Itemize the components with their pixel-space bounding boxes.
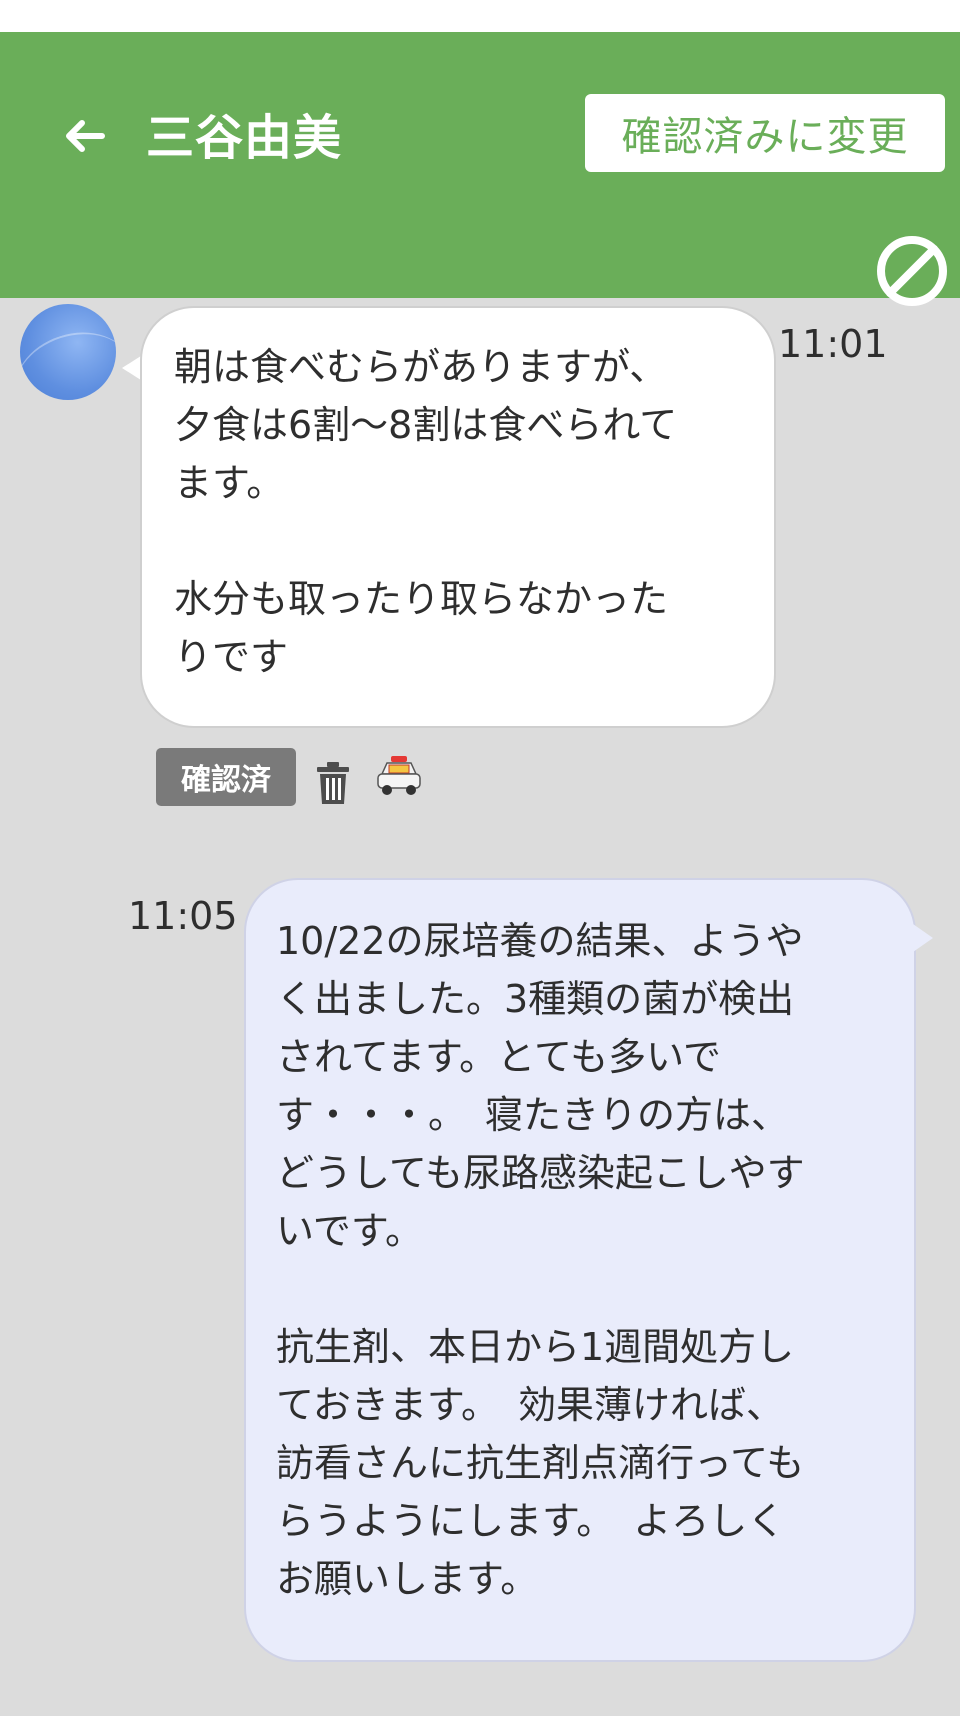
no-entry-icon[interactable] <box>874 233 950 309</box>
message-timestamp: 11:01 <box>778 322 888 366</box>
avatar[interactable] <box>20 304 116 400</box>
outgoing-message-bubble[interactable]: 10/22の尿培養の結果、ようや く出ました。3種類の菌が検出 されてます。とて… <box>244 878 916 1662</box>
chat-header: 三谷由美 確認済みに変更 <box>0 32 960 306</box>
incoming-message-bubble[interactable]: 朝は食べむらがありますが、 夕食は6割〜8割は食べられて ます。 水分も取ったり… <box>140 306 776 728</box>
police-car-icon[interactable] <box>374 752 424 802</box>
trash-icon[interactable] <box>314 760 352 806</box>
status-bar <box>0 0 960 32</box>
bubble-tail <box>913 924 933 952</box>
arrow-left-icon[interactable] <box>62 114 106 158</box>
message-timestamp: 11:05 <box>128 894 238 938</box>
contact-name: 三谷由美 <box>146 110 343 166</box>
confirmed-badge[interactable]: 確認済 <box>156 748 296 806</box>
mark-confirmed-button[interactable]: 確認済みに変更 <box>585 94 945 172</box>
